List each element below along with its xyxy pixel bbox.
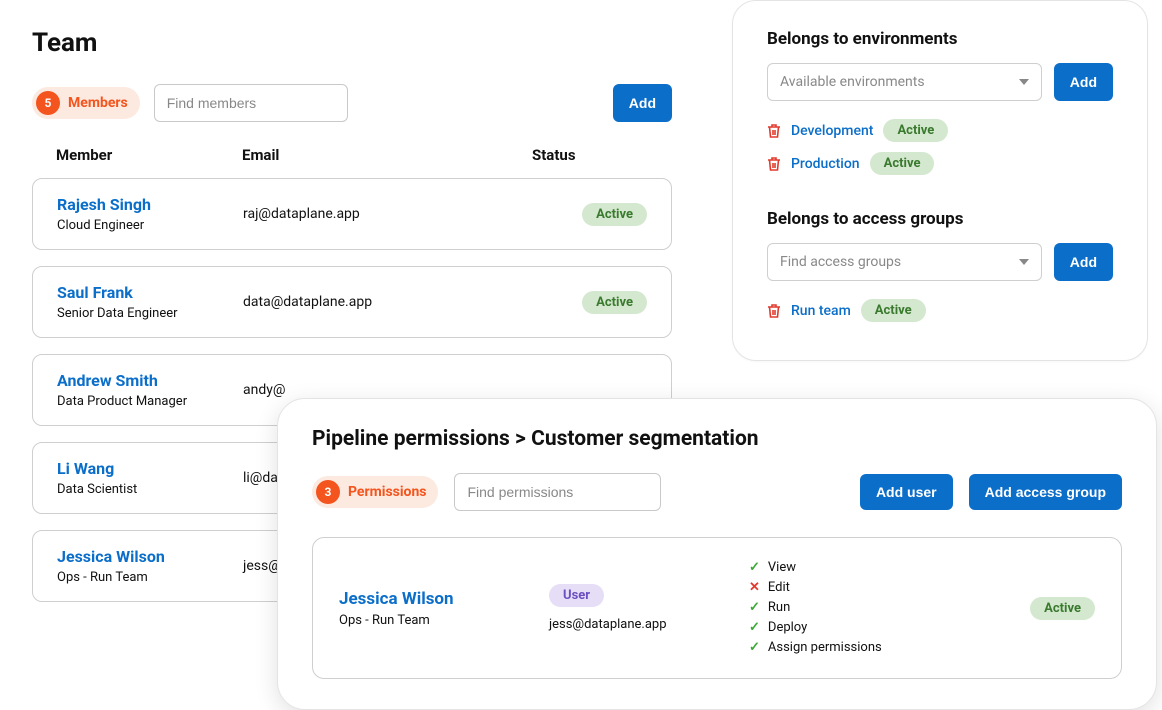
- access-group-item: Run team Active: [767, 299, 1113, 322]
- trash-icon[interactable]: [767, 303, 781, 319]
- permission-rights: ✓ View ✕ Edit ✓ Run ✓ Deploy ✓ Assign permiss…: [749, 558, 969, 658]
- chevron-down-icon: [1019, 79, 1029, 85]
- permission-user-role: Ops - Run Team: [339, 613, 549, 628]
- member-name: Jessica Wilson: [57, 547, 243, 566]
- add-access-group-button[interactable]: Add access group: [969, 474, 1122, 510]
- member-email: andy@: [243, 382, 533, 398]
- member-name: Andrew Smith: [57, 371, 243, 390]
- header-member: Member: [56, 146, 242, 164]
- permission-row[interactable]: Jessica Wilson Ops - Run Team User jess@…: [312, 537, 1122, 679]
- status-badge: Active: [861, 299, 926, 322]
- find-members-input[interactable]: [154, 84, 348, 122]
- check-icon: ✓: [749, 598, 760, 618]
- members-count-badge: 5: [36, 91, 60, 115]
- member-role: Data Scientist: [57, 482, 243, 497]
- member-email: data@dataplane.app: [243, 294, 533, 310]
- team-toolbar: 5 Members Add: [32, 84, 672, 122]
- right-label: Deploy: [768, 618, 807, 638]
- add-access-group-button[interactable]: Add: [1054, 243, 1113, 281]
- member-email: raj@dataplane.app: [243, 206, 533, 222]
- access-group-name[interactable]: Run team: [791, 303, 851, 319]
- permissions-toolbar: 3 Permissions Add user Add access group: [312, 473, 1122, 511]
- check-icon: ✓: [749, 618, 760, 638]
- permissions-count-badge: 3: [316, 480, 340, 504]
- find-permissions-input[interactable]: [454, 473, 661, 511]
- member-role: Ops - Run Team: [57, 570, 243, 585]
- permission-user-name: Jessica Wilson: [339, 589, 549, 609]
- member-row[interactable]: Rajesh Singh Cloud Engineer raj@dataplan…: [32, 178, 672, 250]
- member-name: Li Wang: [57, 459, 243, 478]
- environments-title: Belongs to environments: [767, 29, 1113, 49]
- chevron-down-icon: [1019, 259, 1029, 265]
- team-table-headers: Member Email Status: [32, 146, 672, 164]
- members-count-pill: 5 Members: [32, 87, 140, 119]
- check-icon: ✓: [749, 638, 760, 658]
- member-row[interactable]: Saul Frank Senior Data Engineer data@dat…: [32, 266, 672, 338]
- status-badge: Active: [582, 291, 647, 314]
- status-badge: Active: [1030, 597, 1095, 620]
- access-groups-title: Belongs to access groups: [767, 209, 1113, 229]
- status-badge: Active: [582, 203, 647, 226]
- environment-name[interactable]: Development: [791, 123, 873, 139]
- environment-item: Development Active: [767, 119, 1113, 142]
- pipeline-permissions-card: Pipeline permissions > Customer segmenta…: [277, 398, 1157, 710]
- status-badge: Active: [870, 152, 935, 175]
- access-groups-select[interactable]: Find access groups: [767, 243, 1042, 281]
- environment-name[interactable]: Production: [791, 156, 860, 172]
- principal-type-badge: User: [549, 584, 604, 607]
- member-role: Data Product Manager: [57, 394, 243, 409]
- permission-user-email: jess@dataplane.app: [549, 617, 749, 632]
- members-count-label: Members: [68, 95, 128, 111]
- environment-item: Production Active: [767, 152, 1113, 175]
- team-title: Team: [32, 28, 672, 58]
- member-name: Saul Frank: [57, 283, 243, 302]
- check-icon: ✓: [749, 558, 760, 578]
- add-member-button[interactable]: Add: [613, 84, 672, 122]
- trash-icon[interactable]: [767, 156, 781, 172]
- cross-icon: ✕: [749, 578, 760, 598]
- status-badge: Active: [883, 119, 948, 142]
- permissions-count-pill: 3 Permissions: [312, 476, 438, 508]
- pipeline-permissions-title: Pipeline permissions > Customer segmenta…: [312, 427, 1122, 451]
- member-name: Rajesh Singh: [57, 195, 243, 214]
- environments-select[interactable]: Available environments: [767, 63, 1042, 101]
- right-label: Run: [768, 598, 790, 618]
- permissions-count-label: Permissions: [348, 484, 426, 500]
- access-groups-select-placeholder: Find access groups: [780, 254, 901, 270]
- right-label: Assign permissions: [768, 638, 882, 658]
- member-role: Senior Data Engineer: [57, 306, 243, 321]
- member-role: Cloud Engineer: [57, 218, 243, 233]
- add-environment-button[interactable]: Add: [1054, 63, 1113, 101]
- add-user-button[interactable]: Add user: [860, 474, 953, 510]
- associations-card: Belongs to environments Available enviro…: [732, 0, 1148, 361]
- header-email: Email: [242, 146, 532, 164]
- right-label: Edit: [768, 578, 790, 598]
- environments-select-placeholder: Available environments: [780, 74, 925, 90]
- trash-icon[interactable]: [767, 123, 781, 139]
- header-status: Status: [532, 146, 648, 164]
- right-label: View: [768, 558, 796, 578]
